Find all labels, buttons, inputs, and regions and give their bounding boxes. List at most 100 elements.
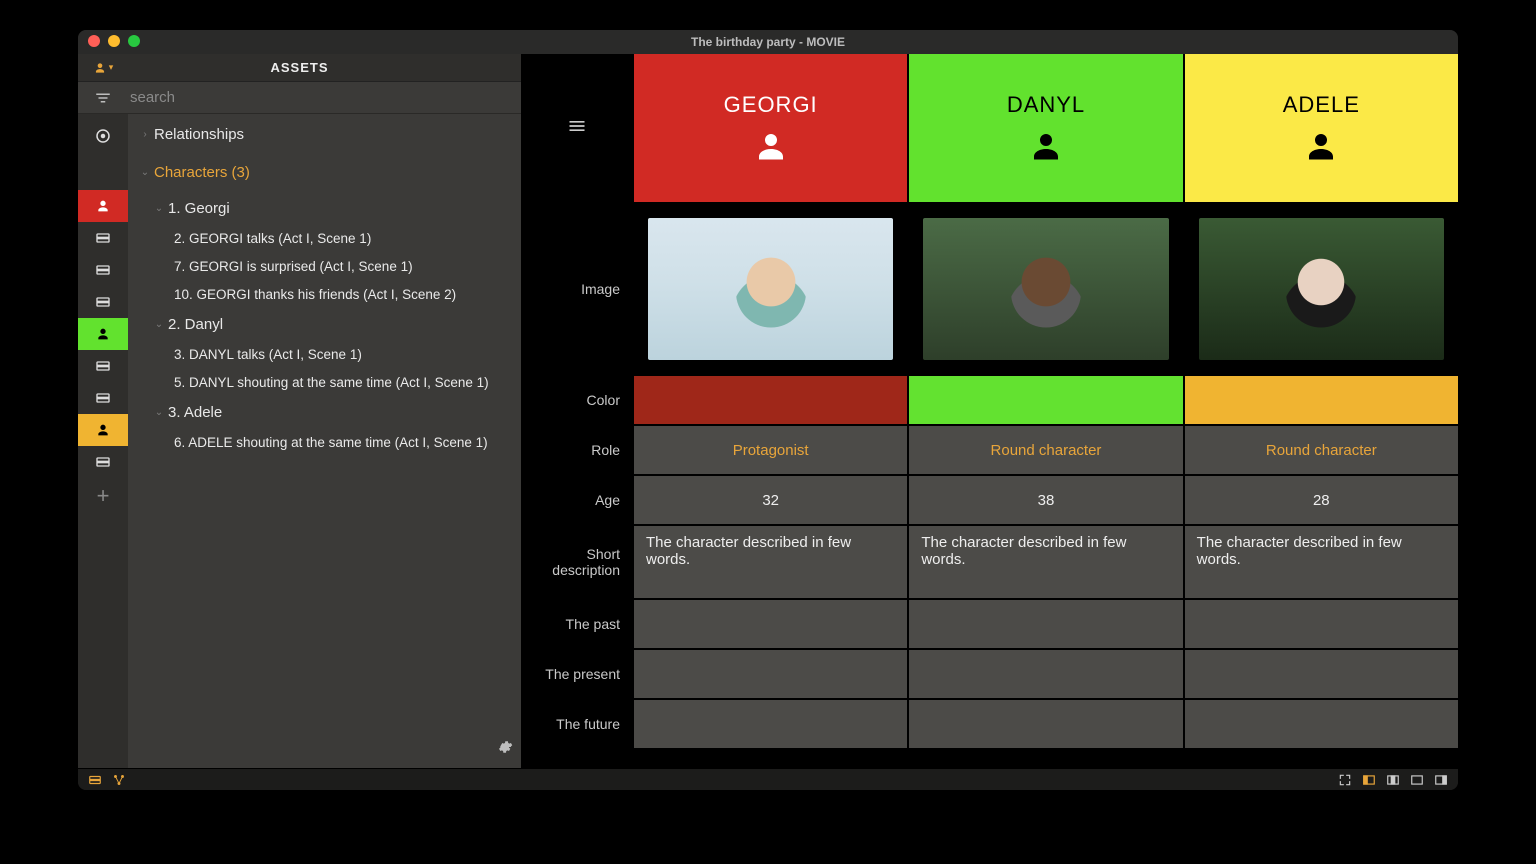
sidebar-title: ASSETS xyxy=(128,60,471,75)
tree-scene[interactable]: 10. GEORGI thanks his friends (Act I, Sc… xyxy=(128,280,521,308)
tree-label: Characters (3) xyxy=(154,164,521,181)
age-cell[interactable]: 28 xyxy=(1183,476,1458,524)
row-label: Color xyxy=(522,376,632,424)
tree-scene[interactable]: 3. DANYL talks (Act I, Scene 1) xyxy=(128,340,521,368)
past-cell[interactable] xyxy=(907,600,1182,648)
tree-scene[interactable]: 7. GEORGI is surprised (Act I, Scene 1) xyxy=(128,252,521,280)
layout-center-icon[interactable] xyxy=(1386,773,1400,787)
graph-icon[interactable] xyxy=(112,773,126,787)
image-cell[interactable] xyxy=(1183,204,1458,374)
gear-icon[interactable] xyxy=(497,739,513,760)
row-label: The past xyxy=(522,600,632,648)
window-title: The birthday party - MOVIE xyxy=(78,35,1458,49)
tree-label: 2. Danyl xyxy=(168,316,521,333)
portrait-georgi xyxy=(648,218,893,360)
desc-cell[interactable]: The character described in few words. xyxy=(1183,526,1458,598)
portrait-danyl xyxy=(923,218,1168,360)
chevron-down-icon: ⌄ xyxy=(150,407,168,418)
traffic-lights xyxy=(88,35,140,47)
future-cell[interactable] xyxy=(1183,700,1458,748)
fullscreen-icon[interactable] xyxy=(128,35,140,47)
search-row xyxy=(78,82,521,114)
tree-scene[interactable]: 6. ADELE shouting at the same time (Act … xyxy=(128,428,521,456)
close-icon[interactable] xyxy=(88,35,100,47)
sidebar-gutter: + xyxy=(78,114,128,768)
portrait-adele xyxy=(1199,218,1444,360)
row-label: Role xyxy=(522,426,632,474)
layout-single-icon[interactable] xyxy=(1410,773,1424,787)
tree-label: Relationships xyxy=(154,126,521,143)
header-name: ADELE xyxy=(1283,92,1360,118)
add-button[interactable]: + xyxy=(78,478,128,510)
tree-relationships[interactable]: › Relationships xyxy=(128,118,521,150)
scene-icon[interactable] xyxy=(88,773,102,787)
filter-menu-icon[interactable] xyxy=(78,89,128,107)
past-cell[interactable] xyxy=(1183,600,1458,648)
user-dropdown[interactable]: ▾ xyxy=(78,61,128,75)
future-cell[interactable] xyxy=(907,700,1182,748)
color-cell[interactable] xyxy=(1183,376,1458,424)
character-chip-georgi[interactable] xyxy=(78,190,128,222)
layout-right-icon[interactable] xyxy=(1434,773,1448,787)
row-image: Image xyxy=(522,202,1458,374)
chevron-down-icon: ⌄ xyxy=(150,203,168,214)
header-name: DANYL xyxy=(1007,92,1085,118)
row-label: Age xyxy=(522,476,632,524)
header-danyl[interactable]: DANYL xyxy=(907,54,1182,202)
header-georgi[interactable]: GEORGI xyxy=(632,54,907,202)
scene-icon[interactable] xyxy=(78,254,128,286)
scene-icon[interactable] xyxy=(78,382,128,414)
tree-label: 3. Adele xyxy=(168,404,521,421)
character-chip-adele[interactable] xyxy=(78,414,128,446)
past-cell[interactable] xyxy=(632,600,907,648)
desc-cell[interactable]: The character described in few words. xyxy=(632,526,907,598)
tree-adele[interactable]: ⌄ 3. Adele xyxy=(128,396,521,428)
row-present: The present xyxy=(522,648,1458,698)
role-cell[interactable]: Round character xyxy=(1183,426,1458,474)
scene-icon[interactable] xyxy=(78,446,128,478)
scene-icon[interactable] xyxy=(78,286,128,318)
row-role: Role Protagonist Round character Round c… xyxy=(522,424,1458,474)
role-cell[interactable]: Protagonist xyxy=(632,426,907,474)
row-future: The future xyxy=(522,698,1458,748)
tree-characters[interactable]: ⌄ Characters (3) xyxy=(128,156,521,188)
layout-left-icon[interactable] xyxy=(1362,773,1376,787)
person-icon xyxy=(1303,128,1339,164)
row-short-desc: Short description The character describe… xyxy=(522,524,1458,598)
header-adele[interactable]: ADELE xyxy=(1183,54,1458,202)
present-cell[interactable] xyxy=(632,650,907,698)
person-icon xyxy=(753,128,789,164)
sidebar: ▾ ASSETS xyxy=(78,54,522,768)
tree-label: 1. Georgi xyxy=(168,200,521,217)
row-age: Age 32 38 28 xyxy=(522,474,1458,524)
character-compare-grid: GEORGI DANYL ADELE Image xyxy=(522,54,1458,768)
app-window: The birthday party - MOVIE ▾ ASSETS xyxy=(78,30,1458,790)
sidebar-top: ▾ ASSETS xyxy=(78,54,521,82)
tree-scene[interactable]: 5. DANYL shouting at the same time (Act … xyxy=(128,368,521,396)
image-cell[interactable] xyxy=(632,204,907,374)
desc-cell[interactable]: The character described in few words. xyxy=(907,526,1182,598)
image-cell[interactable] xyxy=(907,204,1182,374)
color-cell[interactable] xyxy=(632,376,907,424)
search-input[interactable] xyxy=(128,88,521,107)
tree-georgi[interactable]: ⌄ 1. Georgi xyxy=(128,192,521,224)
asset-tree: › Relationships ⌄ Characters (3) ⌄ 1. Ge… xyxy=(128,114,521,768)
color-cell[interactable] xyxy=(907,376,1182,424)
role-cell[interactable]: Round character xyxy=(907,426,1182,474)
row-color: Color xyxy=(522,374,1458,424)
tree-scene[interactable]: 2. GEORGI talks (Act I, Scene 1) xyxy=(128,224,521,252)
character-chip-danyl[interactable] xyxy=(78,318,128,350)
scene-icon[interactable] xyxy=(78,350,128,382)
minimize-icon[interactable] xyxy=(108,35,120,47)
expand-icon[interactable] xyxy=(1338,773,1352,787)
future-cell[interactable] xyxy=(632,700,907,748)
tree-danyl[interactable]: ⌄ 2. Danyl xyxy=(128,308,521,340)
present-cell[interactable] xyxy=(907,650,1182,698)
age-cell[interactable]: 38 xyxy=(907,476,1182,524)
scene-icon[interactable] xyxy=(78,222,128,254)
row-label: Short description xyxy=(522,526,632,598)
present-cell[interactable] xyxy=(1183,650,1458,698)
assets-root-icon[interactable] xyxy=(78,120,128,152)
age-cell[interactable]: 32 xyxy=(632,476,907,524)
grid-menu-icon[interactable] xyxy=(567,116,587,141)
